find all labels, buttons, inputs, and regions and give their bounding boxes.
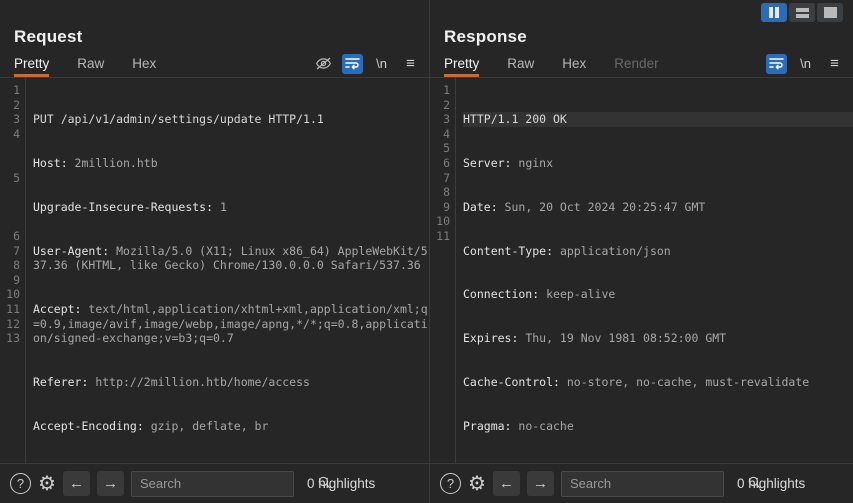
tab-response-raw[interactable]: Raw <box>507 50 534 77</box>
tab-response-hex[interactable]: Hex <box>562 50 586 77</box>
response-search-box[interactable] <box>560 470 761 497</box>
tab-response-pretty[interactable]: Pretty <box>444 50 480 77</box>
menu-icon[interactable]: ≡ <box>824 54 845 74</box>
response-pane-title: Response <box>444 27 527 46</box>
search-forward-button[interactable]: → <box>526 471 554 496</box>
request-code[interactable]: PUT /api/v1/admin/settings/update HTTP/1… <box>26 78 429 463</box>
newline-icon[interactable]: \n <box>371 54 392 74</box>
request-tab-icons: \n ≡ <box>313 50 421 77</box>
request-highlights-count: 0 highlights <box>306 476 376 491</box>
request-bottombar: ? ⚙ ← → 0 highlights <box>0 463 429 503</box>
response-tab-icons: \n ≡ <box>766 50 845 77</box>
response-line-4: Content-Type: application/json <box>463 243 671 258</box>
request-tabbar: Pretty Raw Hex \n ≡ <box>0 50 429 78</box>
request-start-line: PUT /api/v1/admin/settings/update HTTP/1… <box>33 112 324 127</box>
search-input[interactable] <box>137 475 318 492</box>
vertical-split-icon <box>769 7 779 18</box>
help-icon[interactable]: ? <box>10 473 31 494</box>
response-bottombar: ? ⚙ ← → 0 highlights <box>430 463 853 503</box>
tab-response-render[interactable]: Render <box>614 50 658 77</box>
response-tabbar: Pretty Raw Hex Render \n ≡ <box>430 50 853 78</box>
layout-horizontal-split-button[interactable] <box>789 3 815 22</box>
request-line-numbers: 1 2 3 4 5 6 7 8 9 10 11 12 13 <box>0 78 26 463</box>
request-top-strip <box>0 0 429 26</box>
search-back-button[interactable]: ← <box>62 471 90 496</box>
response-pane: Response Pretty Raw Hex Render \n ≡ 1 2 <box>430 0 853 503</box>
request-line-6: Referer: http://2million.htb/home/access <box>33 374 310 389</box>
response-status-line: HTTP/1.1 200 OK <box>463 112 567 127</box>
word-wrap-icon[interactable] <box>766 53 787 74</box>
gear-icon[interactable]: ⚙ <box>468 474 486 494</box>
request-editor[interactable]: 1 2 3 4 5 6 7 8 9 10 11 12 13 PUT /api/v… <box>0 78 429 463</box>
response-highlights-count: 0 highlights <box>736 476 806 491</box>
request-search-box[interactable] <box>130 470 331 497</box>
request-line-8: Accept-Language: es-ES,es;q=0.9,en;q=0.8 <box>33 462 429 463</box>
newline-icon[interactable]: \n <box>795 54 816 74</box>
layout-vertical-split-button[interactable] <box>761 3 787 22</box>
response-line-7: Cache-Control: no-store, no-cache, must-… <box>463 374 810 389</box>
request-line-5: Accept: text/html,application/xhtml+xml,… <box>33 301 428 346</box>
gear-icon[interactable]: ⚙ <box>38 474 56 494</box>
layout-single-pane-button[interactable] <box>817 3 843 22</box>
response-line-6: Expires: Thu, 19 Nov 1981 08:52:00 GMT <box>463 331 727 346</box>
request-line-2: Host: 2million.htb <box>33 155 158 170</box>
response-line-numbers: 1 2 3 4 5 6 7 8 9 10 11 <box>430 78 456 463</box>
request-line-7: Accept-Encoding: gzip, deflate, br <box>33 418 269 433</box>
eye-slash-icon[interactable] <box>313 54 334 74</box>
tab-request-hex[interactable]: Hex <box>132 50 156 77</box>
search-back-button[interactable]: ← <box>492 471 520 496</box>
tab-request-pretty[interactable]: Pretty <box>14 50 50 77</box>
request-line-1: PUT /api/v1/admin/settings/update HTTP/1… <box>33 112 429 127</box>
response-line-8: Pragma: no-cache <box>463 418 574 433</box>
request-pane: Request Pretty Raw Hex \n ≡ 1 2 3 4 5 6 … <box>0 0 430 503</box>
layout-buttons <box>761 3 843 22</box>
single-pane-icon <box>823 7 837 18</box>
response-top-strip <box>430 0 853 26</box>
response-line-1: HTTP/1.1 200 OK <box>463 112 853 127</box>
search-input[interactable] <box>567 475 748 492</box>
help-icon[interactable]: ? <box>440 473 461 494</box>
search-forward-button[interactable]: → <box>96 471 124 496</box>
word-wrap-icon[interactable] <box>342 53 363 74</box>
request-line-4: User-Agent: Mozilla/5.0 (X11; Linux x86_… <box>33 243 428 273</box>
response-editor[interactable]: 1 2 3 4 5 6 7 8 9 10 11 HTTP/1.1 200 OK … <box>430 78 853 463</box>
burp-message-editor: Request Pretty Raw Hex \n ≡ 1 2 3 4 5 6 … <box>0 0 853 503</box>
response-code[interactable]: HTTP/1.1 200 OK Server: nginx Date: Sun,… <box>456 78 853 463</box>
request-pane-title: Request <box>14 27 83 46</box>
menu-icon[interactable]: ≡ <box>400 54 421 74</box>
response-line-2: Server: nginx <box>463 155 554 170</box>
response-line-3: Date: Sun, 20 Oct 2024 20:25:47 GMT <box>463 199 706 214</box>
response-line-5: Connection: keep-alive <box>463 287 616 302</box>
horizontal-split-icon <box>795 7 809 18</box>
tab-request-raw[interactable]: Raw <box>77 50 104 77</box>
request-line-3: Upgrade-Insecure-Requests: 1 <box>33 199 227 214</box>
response-line-9: Content-Length: 56 <box>463 462 853 463</box>
